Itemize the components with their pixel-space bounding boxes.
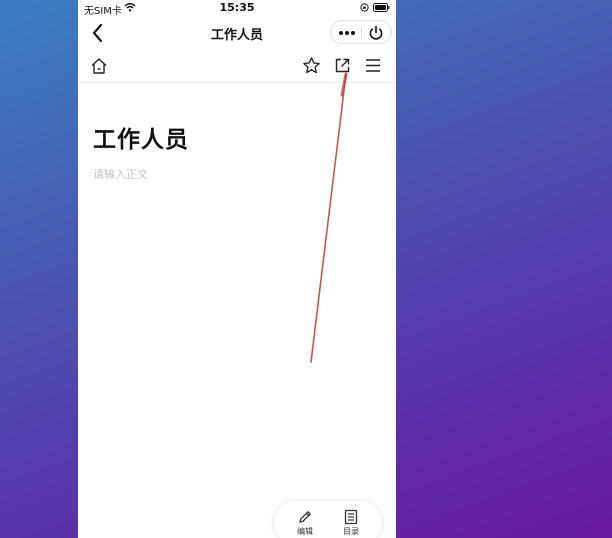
star-icon[interactable] bbox=[302, 56, 321, 75]
edit-label: 编辑 bbox=[297, 527, 313, 536]
bottom-action-bar: 编辑 目录 bbox=[274, 501, 382, 538]
orientation-lock-icon bbox=[360, 3, 369, 12]
more-dots-icon[interactable] bbox=[337, 27, 357, 39]
document-body-input[interactable]: 请输入正文 bbox=[93, 166, 148, 182]
status-time: 15:35 bbox=[219, 1, 255, 14]
document-toolbar bbox=[78, 50, 396, 83]
menu-icon[interactable] bbox=[365, 58, 381, 73]
battery-icon bbox=[373, 3, 390, 12]
power-icon[interactable] bbox=[367, 24, 385, 42]
share-icon[interactable] bbox=[334, 57, 351, 74]
phone-screen: 无SIM卡 15:35 工作人员 工作人员 请输入正文 编辑 目录 bbox=[78, 0, 396, 538]
toc-button[interactable]: 目录 bbox=[331, 509, 371, 537]
toc-label: 目录 bbox=[343, 527, 359, 536]
pencil-icon bbox=[299, 511, 311, 523]
capsule-divider bbox=[361, 26, 362, 39]
navigation-bar: 工作人员 bbox=[78, 16, 396, 50]
status-bar: 无SIM卡 15:35 bbox=[78, 0, 396, 17]
home-icon[interactable] bbox=[90, 57, 108, 75]
edit-button[interactable]: 编辑 bbox=[285, 509, 325, 537]
document-title[interactable]: 工作人员 bbox=[93, 120, 189, 154]
mini-program-capsule bbox=[330, 20, 392, 44]
list-icon bbox=[344, 509, 358, 525]
screen-background: 无SIM卡 15:35 工作人员 工作人员 请输入正文 编辑 目录 bbox=[0, 0, 612, 538]
